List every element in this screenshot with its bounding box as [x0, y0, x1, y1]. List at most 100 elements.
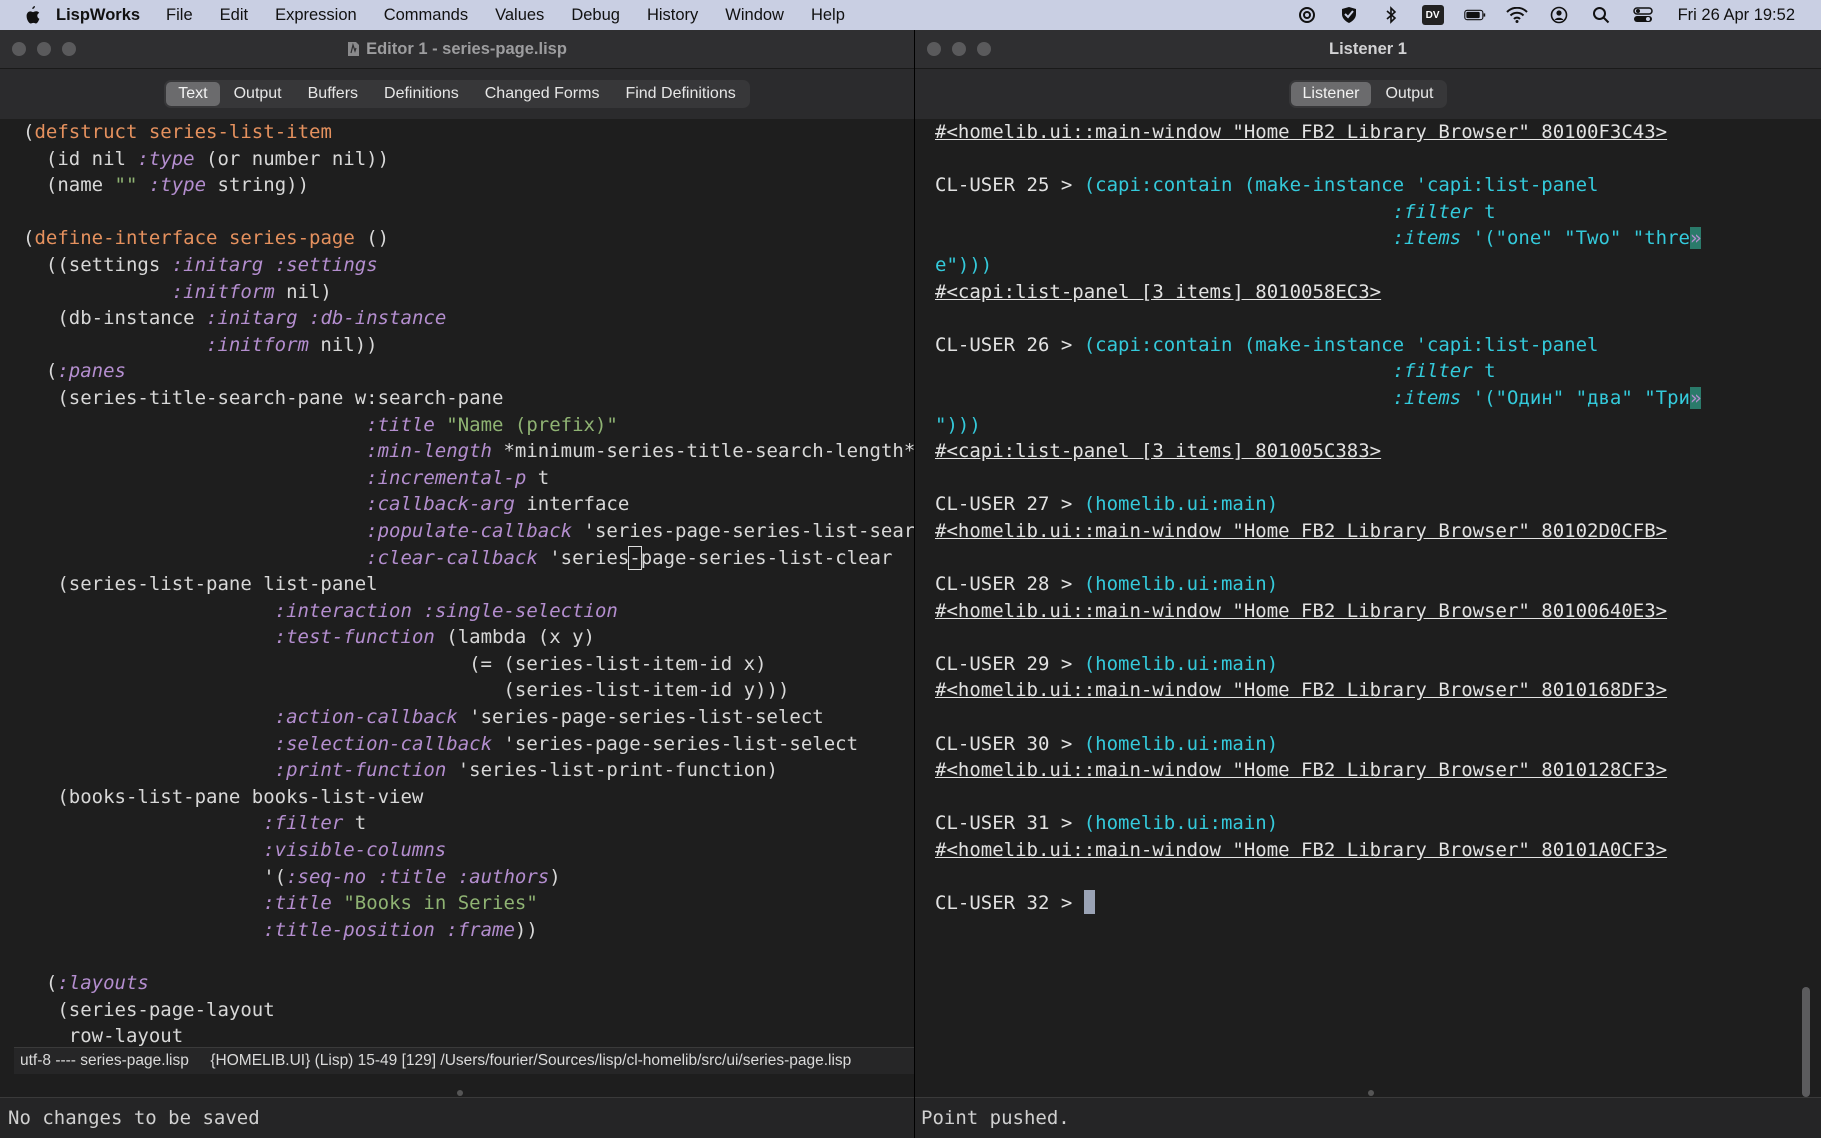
code-line: :action-callback 'series-page-series-lis…: [274, 706, 824, 729]
listener-scrollbar[interactable]: [1802, 987, 1810, 1097]
code-line: :callback-arg interface: [366, 493, 630, 516]
menu-history[interactable]: History: [647, 6, 698, 25]
prompt-line: CL-USER 25 > (capi:contain (make-instanc…: [935, 174, 1599, 197]
tab-output[interactable]: Output: [1373, 82, 1445, 106]
result-line: #<homelib.ui::main-window "Home FB2 Libr…: [935, 121, 1668, 143]
menu-file[interactable]: File: [166, 6, 193, 25]
minimize-window-button[interactable]: [952, 42, 966, 56]
at-sign-icon[interactable]: [1296, 6, 1318, 24]
editor-mode-line: utf-8 ---- series-page.lisp {HOMELIB.UI}…: [14, 1047, 914, 1074]
menu-expression[interactable]: Expression: [275, 6, 357, 25]
code-line: (db-instance :initarg :db-instance: [23, 307, 447, 330]
prompt-line: CL-USER 30 > (homelib.ui:main): [935, 732, 1279, 755]
code-line: :interaction :single-selection: [274, 599, 618, 622]
code-line: :clear-callback 'series-page-series-list…: [366, 545, 893, 570]
wifi-icon[interactable]: [1505, 6, 1528, 24]
apple-logo-icon[interactable]: [24, 6, 40, 24]
input-line: "))): [935, 413, 981, 436]
menu-edit[interactable]: Edit: [220, 6, 248, 25]
code-line: (:layouts: [23, 972, 149, 994]
code-line: :initform nil): [171, 280, 332, 303]
search-icon[interactable]: [1590, 6, 1612, 24]
listener-window-title: Listener 1: [1329, 39, 1407, 58]
code-line: ((settings :initarg :settings: [23, 253, 378, 276]
code-line: :populate-callback 'series-page-series-l…: [366, 519, 914, 542]
result-line: #<homelib.ui::main-window "Home FB2 Libr…: [935, 519, 1668, 542]
input-line: :items '("one" "Two" "thre»: [1392, 227, 1702, 250]
code-line: :initform nil)): [206, 333, 378, 356]
menu-values[interactable]: Values: [495, 6, 544, 25]
tab-changed-forms[interactable]: Changed Forms: [473, 82, 612, 106]
tab-buffers[interactable]: Buffers: [296, 82, 370, 106]
menu-clock[interactable]: Fri 26 Apr 19:52: [1678, 6, 1795, 25]
result-line: #<capi:list-panel [3 items] 801005C383>: [935, 440, 1382, 463]
close-window-button[interactable]: [12, 42, 26, 56]
tab-definitions[interactable]: Definitions: [372, 82, 471, 106]
listener-echo-area: Point pushed.: [915, 1097, 1821, 1138]
code-line: (name "" :type string)): [23, 174, 310, 197]
code-line: (series-title-search-pane w:search-pane: [23, 386, 504, 409]
code-line: (:panes: [23, 360, 126, 383]
code-line: :incremental-p t: [366, 466, 550, 489]
code-line: (books-list-pane books-list-view: [23, 785, 424, 808]
close-window-button[interactable]: [927, 42, 941, 56]
listener-text-area[interactable]: #<homelib.ui::main-window "Home FB2 Libr…: [929, 119, 1801, 1069]
listener-tab-bar: Listener Output: [915, 69, 1821, 119]
menu-commands[interactable]: Commands: [384, 6, 468, 25]
input-line: :items '("Один" "два" "Три»: [1392, 386, 1702, 409]
tab-output[interactable]: Output: [222, 82, 294, 106]
app-name-menu[interactable]: LispWorks: [56, 6, 140, 25]
splitter-handle[interactable]: [457, 1090, 463, 1096]
result-line: #<homelib.ui::main-window "Home FB2 Libr…: [935, 759, 1668, 782]
zoom-window-button[interactable]: [62, 42, 76, 56]
control-center-icon[interactable]: [1632, 6, 1654, 24]
code-line: (defstruct series-list-item: [23, 121, 332, 143]
dv-badge-icon[interactable]: DV: [1421, 5, 1444, 25]
bluetooth-icon[interactable]: [1380, 6, 1402, 24]
editor-echo-area: No changes to be saved: [0, 1097, 914, 1138]
checkmark-shield-icon[interactable]: [1338, 6, 1360, 24]
input-line: e"))): [935, 253, 993, 276]
editor-tab-bar: Text Output Buffers Definitions Changed …: [0, 69, 914, 119]
listener-titlebar[interactable]: Listener 1: [915, 30, 1821, 69]
tab-text[interactable]: Text: [166, 82, 220, 106]
battery-icon[interactable]: [1463, 6, 1486, 24]
code-line: :test-function (lambda (x y): [274, 626, 595, 649]
input-line: :filter t: [1392, 200, 1496, 223]
menu-bar: LispWorks File Edit Expression Commands …: [0, 0, 1821, 30]
code-line: :selection-callback 'series-page-series-…: [274, 732, 859, 755]
prompt-line: CL-USER 26 > (capi:contain (make-instanc…: [935, 333, 1599, 356]
menu-help[interactable]: Help: [811, 6, 845, 25]
lisp-file-icon: [348, 42, 360, 56]
tab-find-definitions[interactable]: Find Definitions: [613, 82, 747, 106]
menu-debug[interactable]: Debug: [571, 6, 620, 25]
zoom-window-button[interactable]: [977, 42, 991, 56]
tab-listener[interactable]: Listener: [1290, 82, 1372, 106]
menu-window[interactable]: Window: [725, 6, 784, 25]
text-cursor: [1083, 890, 1095, 915]
editor-window: Editor 1 - series-page.lisp Text Output …: [0, 30, 915, 1138]
code-line: (define-interface series-page (): [23, 227, 390, 250]
splitter-handle[interactable]: [1368, 1090, 1374, 1096]
editor-text-area[interactable]: (defstruct series-list-item (id nil :typ…: [14, 119, 914, 1074]
user-icon[interactable]: [1548, 6, 1570, 24]
line-continuation-marker: »: [1689, 386, 1702, 409]
prompt-line: CL-USER 32 >: [929, 890, 1801, 917]
code-line: :title "Books in Series": [263, 892, 538, 915]
editor-titlebar[interactable]: Editor 1 - series-page.lisp: [0, 30, 914, 69]
code-line: (series-list-pane list-panel: [23, 573, 378, 596]
text-cursor: -: [628, 545, 642, 570]
code-line: (series-list-item-id y))): [23, 679, 790, 702]
result-line: #<homelib.ui::main-window "Home FB2 Libr…: [935, 679, 1668, 702]
result-line: #<homelib.ui::main-window "Home FB2 Libr…: [935, 839, 1668, 862]
code-line: :visible-columns: [263, 839, 447, 862]
editor-window-title: Editor 1 - series-page.lisp: [366, 39, 567, 58]
minimize-window-button[interactable]: [37, 42, 51, 56]
code-line: (series-page-layout: [23, 998, 275, 1021]
code-line: row-layout: [23, 1025, 184, 1048]
